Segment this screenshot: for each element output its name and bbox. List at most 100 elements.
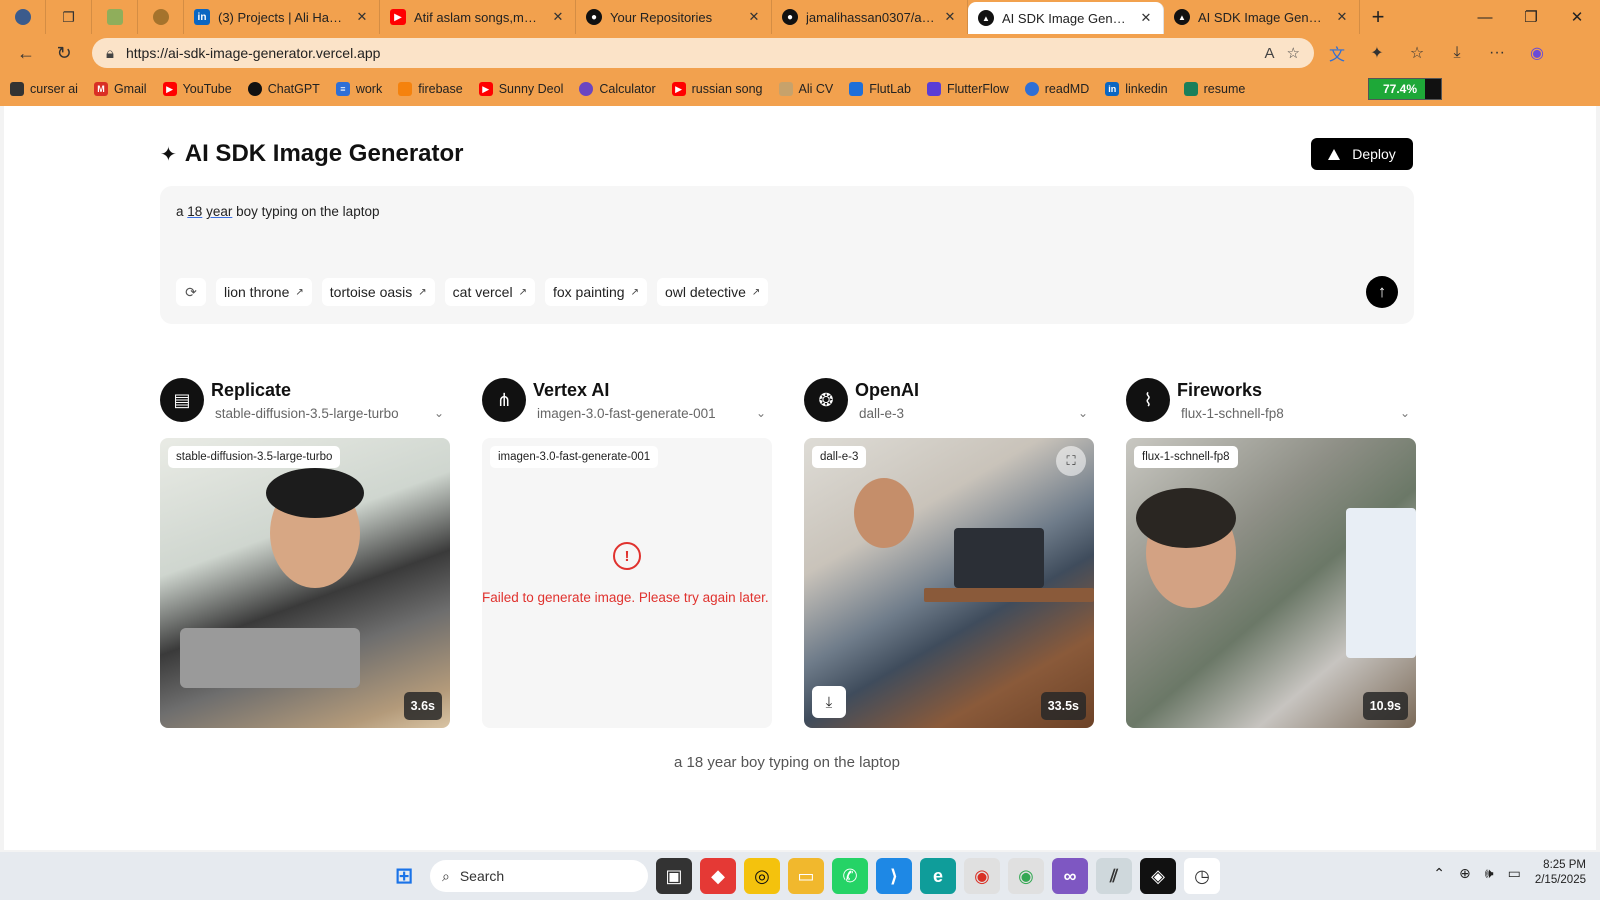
tab-ai-sdk-active[interactable]: ▲ AI SDK Image Generator ✕ [968, 2, 1164, 34]
anydesk-icon[interactable]: ◆ [700, 858, 736, 894]
clock-date: 2/15/2025 [1534, 874, 1586, 886]
generated-image-card[interactable]: stable-diffusion-3.5-large-turbo 3.6s [160, 438, 450, 728]
suggestion-chip[interactable]: fox painting ↗ [544, 278, 647, 306]
download-button[interactable]: ⤓ [812, 686, 846, 718]
windows-start-icon[interactable]: ⊞ [386, 858, 422, 894]
cursor-app-icon[interactable]: ◈ [1140, 858, 1176, 894]
bookmark-calculator[interactable]: Calculator [579, 82, 656, 96]
tab-ai-sdk[interactable]: ▲ AI SDK Image Generator ✕ [1164, 0, 1360, 34]
laptop-shape [180, 628, 360, 688]
model-select[interactable]: dall-e-3 [859, 406, 1069, 421]
back-arrow-icon[interactable]: ← [10, 37, 42, 69]
bookmark-readmd[interactable]: readMD [1024, 82, 1089, 96]
bookmark-label: YouTube [182, 82, 232, 96]
copilot-icon[interactable]: ◉ [1520, 37, 1554, 69]
chart-app-icon[interactable]: ⫽ [1096, 858, 1132, 894]
tab-github-ai-sdk[interactable]: ● jamalihassan0307/ai-sdk- ✕ [772, 0, 968, 34]
model-select[interactable]: stable-diffusion-3.5-large-turbo [215, 406, 425, 421]
close-tab-icon[interactable]: ✕ [747, 9, 761, 25]
bookmark-sunny-deol[interactable]: ▶ Sunny Deol [478, 82, 563, 96]
suggestion-chip[interactable]: tortoise oasis ↗ [321, 278, 435, 306]
prompt-input[interactable]: a 18 year boy typing on the laptop [176, 204, 379, 219]
favorites-icon[interactable]: ☆ [1400, 37, 1434, 69]
tab-youtube[interactable]: ▶ Atif aslam songs,main ran ✕ [380, 0, 576, 34]
suggestion-chip[interactable]: lion throne ↗ [216, 278, 312, 306]
gmail-icon: M [93, 82, 108, 96]
whatsapp-icon[interactable]: ✆ [832, 858, 868, 894]
bookmark-russian-song[interactable]: ▶ russian song [671, 82, 763, 96]
tab-linkedin[interactable]: in (3) Projects | Ali Hassan | L ✕ [184, 0, 380, 34]
chevron-down-icon[interactable]: ⌄ [434, 406, 444, 420]
network-icon[interactable]: ⊕ [1459, 865, 1471, 882]
file-explorer-icon[interactable]: ▭ [788, 858, 824, 894]
bookmark-youtube[interactable]: ▶ YouTube [162, 82, 232, 96]
tab-pinned-2[interactable] [138, 0, 184, 34]
bookmark-ali-cv[interactable]: Ali CV [778, 82, 833, 96]
bookmark-firebase[interactable]: firebase [398, 82, 463, 96]
chrome-canary-icon[interactable]: ◉ [1008, 858, 1044, 894]
battery-icon[interactable]: ▭ [1508, 865, 1521, 882]
new-tab-button[interactable]: + [1360, 4, 1396, 30]
deploy-button[interactable]: Deploy [1311, 138, 1413, 170]
refresh-suggestions-icon[interactable]: ⟳ [176, 278, 206, 306]
battery-indicator: 77.4% [1368, 78, 1442, 100]
minimize-icon[interactable]: — [1462, 0, 1508, 34]
more-menu-icon[interactable]: ··· [1480, 37, 1514, 69]
bookmark-flutlab[interactable]: FlutLab [849, 82, 911, 96]
suggestion-chip[interactable]: cat vercel ↗ [444, 278, 535, 306]
bookmark-chatgpt[interactable]: ChatGPT [247, 82, 320, 96]
edge-icon[interactable]: e [920, 858, 956, 894]
lock-icon[interactable]: 🔒︎ [106, 45, 114, 62]
vscode-icon[interactable]: ⟩ [876, 858, 912, 894]
address-bar[interactable]: 🔒︎ https://ai-sdk-image-generator.vercel… [92, 38, 1314, 68]
volume-icon[interactable]: 🕪︎ [1485, 865, 1494, 882]
chat-app-icon[interactable]: ◎ [744, 858, 780, 894]
close-tab-icon[interactable]: ✕ [1335, 9, 1349, 25]
refresh-icon[interactable]: ↻ [48, 37, 80, 69]
bookmark-linkedin[interactable]: in linkedin [1105, 82, 1168, 96]
url-text[interactable]: https://ai-sdk-image-generator.vercel.ap… [126, 45, 1253, 61]
tab-collections[interactable]: ❐ [46, 0, 92, 34]
read-aloud-icon[interactable]: A [1265, 45, 1275, 62]
youtube-icon: ▶ [390, 9, 406, 25]
close-window-icon[interactable]: ✕ [1554, 0, 1600, 34]
chevron-down-icon[interactable]: ⌄ [1078, 406, 1088, 420]
generated-image-card[interactable]: flux-1-schnell-fp8 10.9s [1126, 438, 1416, 728]
arrow-up-right-icon: ↗ [751, 286, 761, 298]
chevron-up-icon[interactable]: ⌃ [1433, 865, 1445, 882]
downloads-icon[interactable]: ⤓ [1440, 37, 1474, 69]
favorite-star-icon[interactable]: ☆ [1287, 44, 1300, 62]
taskbar-search[interactable]: ⌕ Search [430, 860, 648, 892]
bookmark-curser-ai[interactable]: curser ai [10, 82, 78, 96]
close-tab-icon[interactable]: ✕ [1139, 10, 1153, 26]
clock-app-icon[interactable]: ◷ [1184, 858, 1220, 894]
generated-image-card[interactable]: dall-e-3 ⛶ ⤓ 33.5s [804, 438, 1094, 728]
bookmark-flutterflow[interactable]: FlutterFlow [926, 82, 1009, 96]
model-select[interactable]: flux-1-schnell-fp8 [1181, 406, 1391, 421]
provider-name: Replicate [211, 380, 292, 400]
send-button[interactable]: ↑ [1366, 276, 1398, 308]
chrome-icon[interactable]: ◉ [964, 858, 1000, 894]
close-tab-icon[interactable]: ✕ [943, 9, 957, 25]
chevron-down-icon[interactable]: ⌄ [1400, 406, 1410, 420]
maximize-icon[interactable]: ❐ [1508, 0, 1554, 34]
close-tab-icon[interactable]: ✕ [355, 9, 369, 25]
system-clock[interactable]: 8:25 PM 2/15/2025 [1535, 858, 1586, 888]
translate-icon[interactable]: 文 [1320, 37, 1354, 69]
expand-icon[interactable]: ⛶ [1056, 446, 1086, 476]
tab-github-repos[interactable]: ● Your Repositories ✕ [576, 0, 772, 34]
bookmark-resume[interactable]: resume [1183, 82, 1245, 96]
extensions-icon[interactable]: ✦ [1360, 37, 1394, 69]
profile-tab[interactable] [0, 0, 46, 34]
github-icon: ● [782, 9, 798, 25]
close-tab-icon[interactable]: ✕ [551, 9, 565, 25]
suggestion-chip[interactable]: owl detective ↗ [656, 278, 769, 306]
model-select[interactable]: imagen-3.0-fast-generate-001 [537, 406, 747, 421]
tab-pinned-1[interactable] [92, 0, 138, 34]
chevron-down-icon[interactable]: ⌄ [756, 406, 766, 420]
leaf-icon [106, 9, 123, 25]
visual-studio-icon[interactable]: ∞ [1052, 858, 1088, 894]
bookmark-gmail[interactable]: M Gmail [93, 82, 147, 96]
task-view-icon[interactable]: ▣ [656, 858, 692, 894]
bookmark-work[interactable]: ≡ work [335, 82, 382, 96]
